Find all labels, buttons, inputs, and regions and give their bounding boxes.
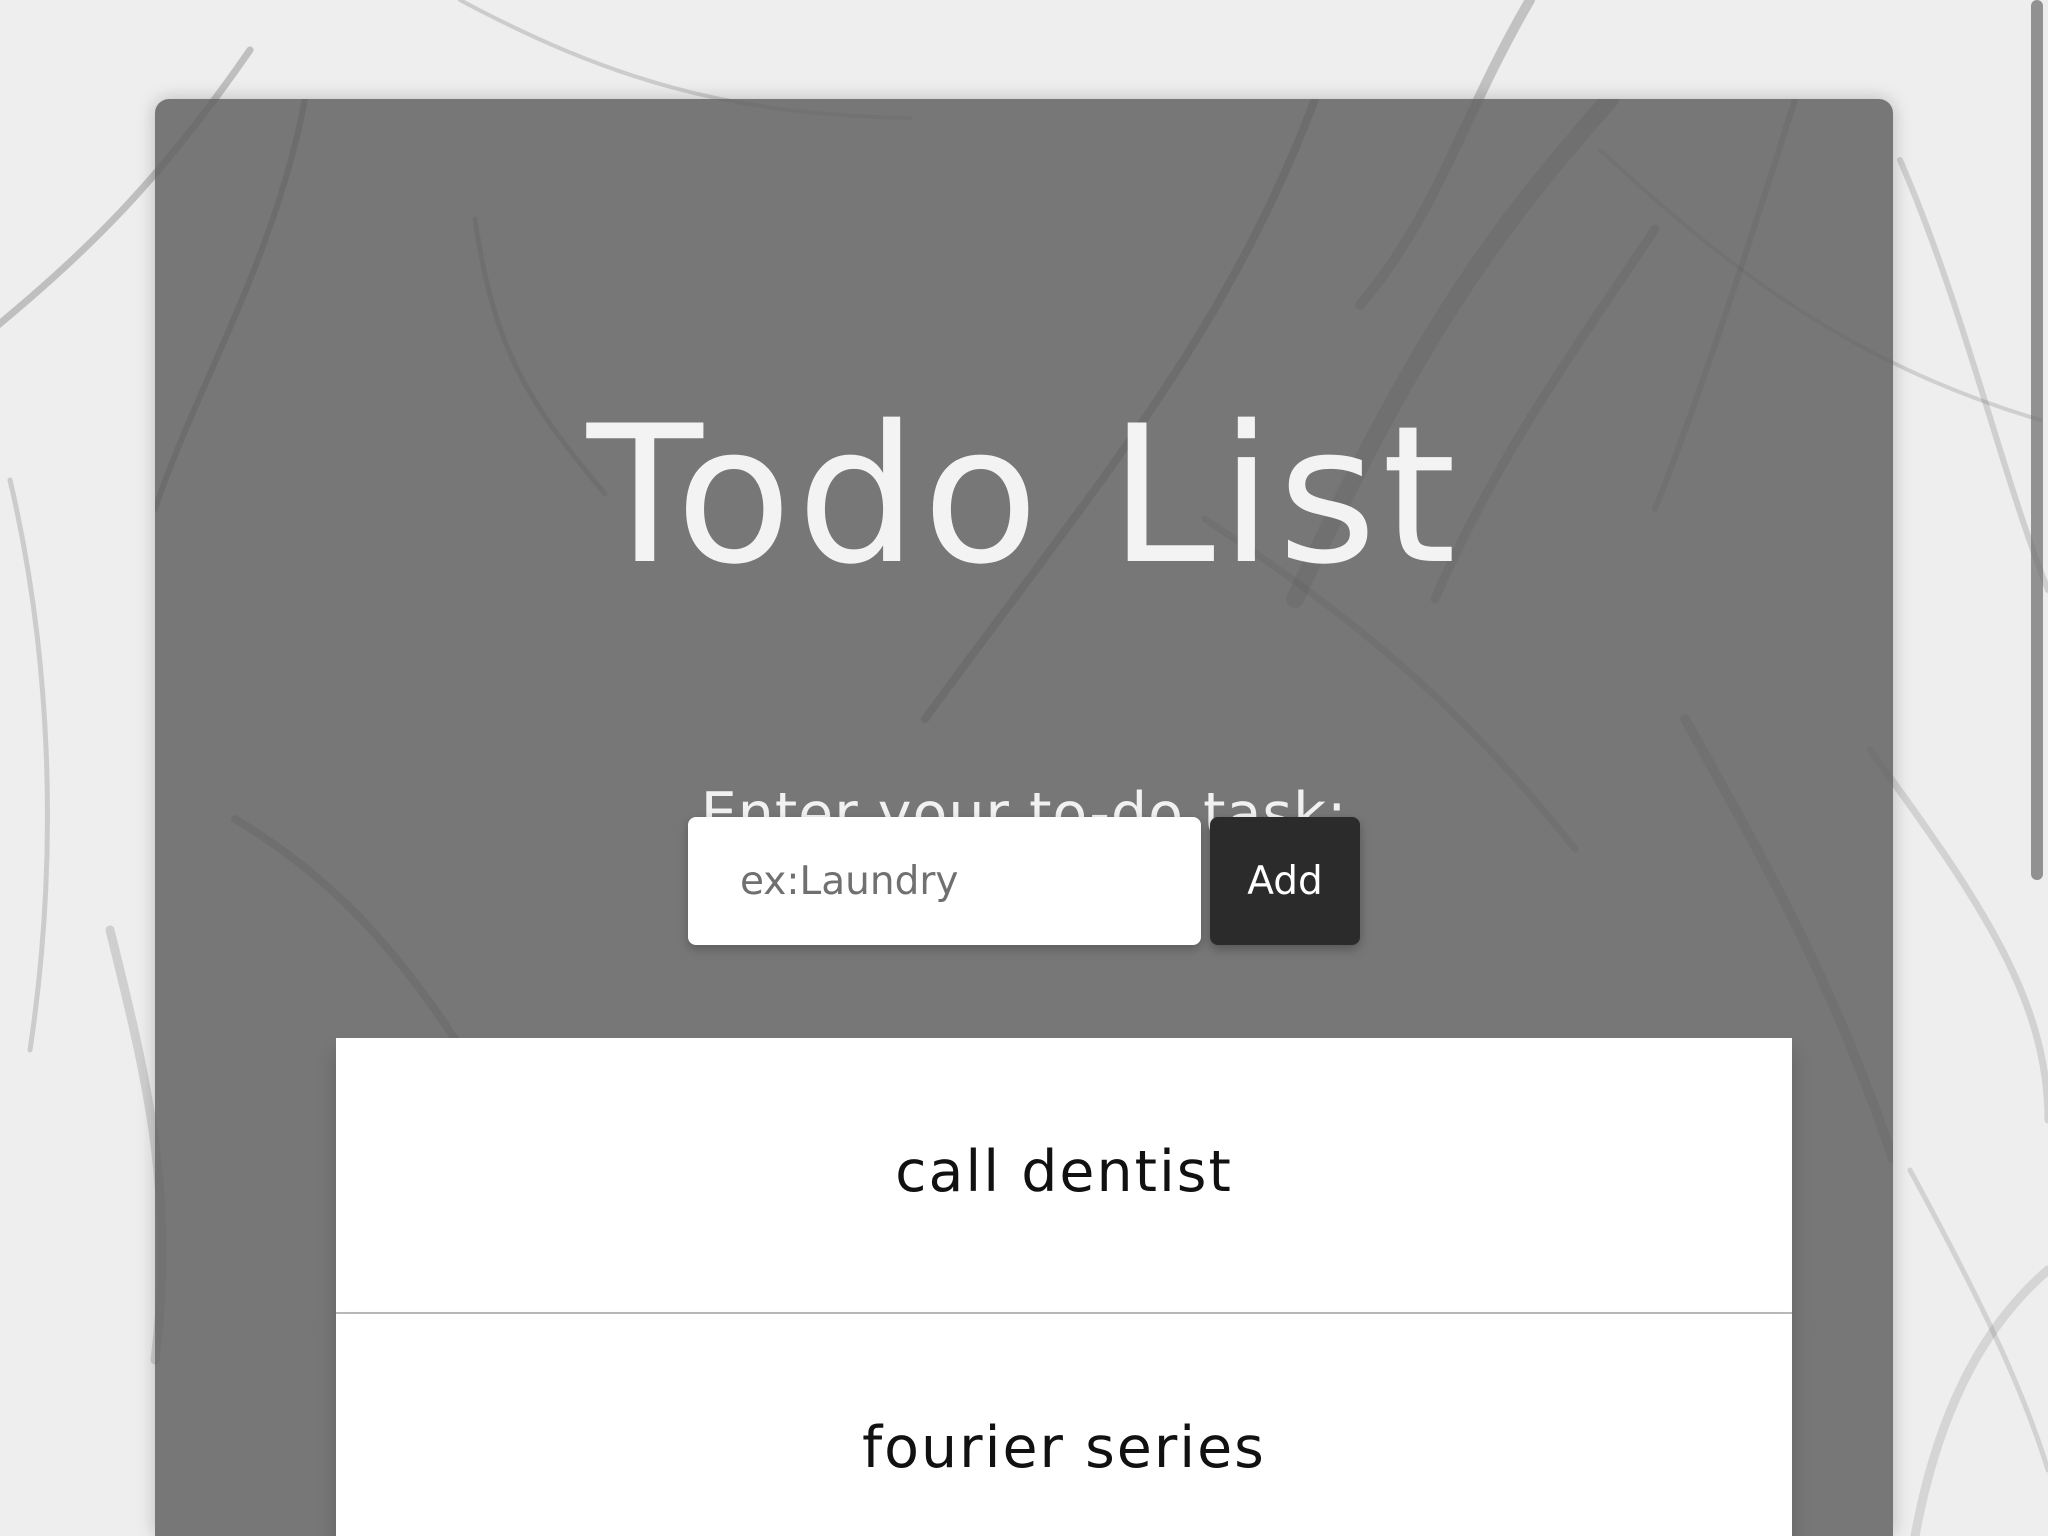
- todo-item[interactable]: fourier series: [336, 1314, 1792, 1536]
- vertical-scrollbar[interactable]: [2031, 0, 2043, 880]
- todo-item-text: fourier series: [862, 1415, 1266, 1481]
- page-title: Todo List: [586, 385, 1462, 606]
- todo-item[interactable]: call dentist: [336, 1038, 1792, 1314]
- add-button[interactable]: Add: [1210, 817, 1360, 945]
- todo-panel: Todo List Enter your to-do task: Add cal…: [155, 99, 1893, 1536]
- add-task-form: Add: [688, 817, 1360, 947]
- todo-list: call dentist fourier series: [336, 1038, 1792, 1536]
- todo-item-text: call dentist: [895, 1139, 1233, 1205]
- task-input[interactable]: [688, 817, 1201, 945]
